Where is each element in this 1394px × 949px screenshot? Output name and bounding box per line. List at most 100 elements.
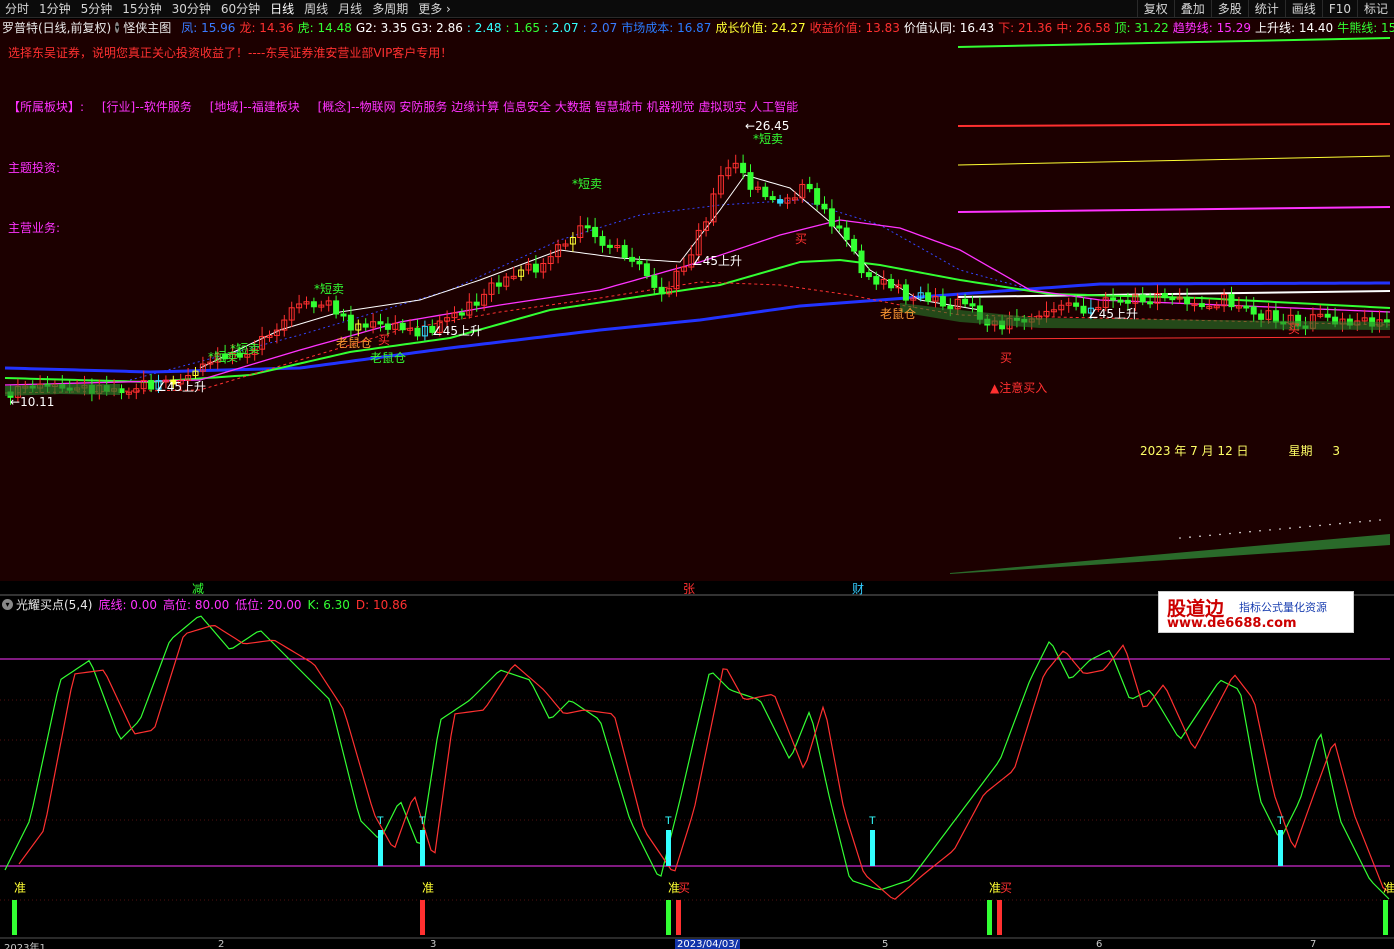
- candle-body: [888, 278, 895, 289]
- candle-body: [740, 162, 747, 174]
- short-sell-label: *短卖: [314, 282, 345, 296]
- band-dot: [1319, 524, 1321, 527]
- signal-bar-2: [666, 900, 671, 935]
- candle-body: [643, 263, 650, 277]
- candle-body: [1080, 305, 1087, 314]
- candle-body: [148, 380, 155, 390]
- band-dot: [1209, 534, 1211, 537]
- chevron-down-icon[interactable]: ▾: [2, 598, 13, 610]
- candle-body: [769, 196, 776, 201]
- rise45-label: ∠45上升: [432, 324, 483, 338]
- axis-date-4: 5: [882, 939, 889, 949]
- notice-text: 选择东吴证券，说明您真正关心投资收益了！----东吴证券淮安营业部VIP客户专用…: [8, 46, 453, 60]
- candle-body: [333, 300, 340, 315]
- info-value-13: 下: 21.36: [998, 21, 1053, 35]
- candle-body: [1258, 313, 1265, 320]
- candle-body: [962, 298, 969, 305]
- candle-body: [310, 301, 317, 308]
- t-bar-3: [870, 830, 875, 866]
- signal-bar-4: [987, 900, 992, 935]
- sub-indicator-values: 底线: 0.00 高位: 80.00 低位: 20.00 K: 6.30 D: 10.8…: [98, 596, 413, 613]
- candle-body: [1139, 294, 1146, 303]
- info-value-9: 市场成本: 16.87: [621, 21, 712, 35]
- chevron-down-icon[interactable]: ▾: [115, 22, 120, 33]
- candle-body: [1228, 293, 1235, 308]
- candle-body: [865, 272, 872, 278]
- level-line-mid: [957, 123, 1391, 127]
- date-text: 2023 年 7 月 12 日: [1140, 444, 1249, 458]
- candle-body: [347, 314, 354, 331]
- info-value-3: G2: 3.35: [355, 21, 408, 35]
- candle-body: [747, 172, 754, 190]
- info-value-14: 中: 26.58: [1056, 21, 1111, 35]
- candle-body: [1117, 299, 1124, 303]
- t-marker-label: T: [1277, 815, 1284, 827]
- candle-body: [636, 260, 643, 265]
- t-marker-label: T: [377, 815, 384, 827]
- candle-body: [629, 256, 636, 262]
- info-value-7: : 2.07: [544, 21, 579, 35]
- info-value-11: 收益价值: 13.83: [809, 21, 900, 35]
- band-dot: [1339, 522, 1341, 525]
- info-value-16: 趋势线: 15.29: [1172, 21, 1251, 35]
- region-text: [地域]--福建板块: [209, 100, 300, 114]
- t-bar-2: [666, 830, 671, 866]
- band-dot: [1259, 530, 1261, 532]
- info-value-4: G3: 2.86: [411, 21, 463, 35]
- attention-buy-label: ▲注意买入: [990, 381, 1048, 395]
- candle-body: [606, 244, 613, 248]
- candle-body: [806, 183, 813, 190]
- t-marker-label: T: [665, 815, 672, 827]
- t-marker-label: T: [419, 815, 426, 827]
- candle-body: [414, 327, 421, 337]
- short-sell-label: *短卖: [208, 350, 239, 364]
- shade-band: [900, 303, 1390, 330]
- level-line-top: [957, 37, 1391, 48]
- sub-indicator-title[interactable]: 光耀买点(5,4): [16, 596, 92, 613]
- main-indicator-name[interactable]: 怪侠主图: [123, 19, 171, 36]
- level-line-white: [957, 290, 1391, 298]
- level-line-yellow: [957, 155, 1391, 166]
- buy-label: 买: [1288, 322, 1301, 336]
- signal-bar-0: [12, 900, 17, 935]
- candle-body: [340, 313, 347, 317]
- info-value-1: 龙: 14.36: [239, 21, 294, 35]
- band-dot: [1289, 527, 1291, 529]
- candle-body: [584, 225, 591, 229]
- signal-label-6: 准: [1383, 881, 1394, 895]
- buy-label: 买: [795, 232, 808, 246]
- candle-body: [1184, 296, 1191, 305]
- candle-body: [599, 236, 606, 246]
- candle-body: [821, 203, 828, 210]
- candle-body: [1272, 310, 1279, 323]
- tag-zhang: 张: [683, 582, 696, 596]
- band-dot: [1279, 528, 1281, 530]
- candle-body: [473, 301, 480, 306]
- sub-param-1: 高位: 80.00: [163, 597, 230, 612]
- candle-body: [777, 199, 784, 204]
- candle-body: [377, 321, 384, 325]
- band-dot: [1329, 523, 1331, 526]
- axis-date-0: 2023年1: [4, 943, 46, 949]
- candle-body: [873, 276, 880, 285]
- candle-body: [384, 323, 391, 330]
- candle-body: [1250, 306, 1257, 315]
- buy-label: 买: [1000, 351, 1013, 365]
- axis-date-5: 6: [1096, 939, 1103, 949]
- candle-body: [362, 323, 369, 328]
- rise45-label: ∠45上升: [1088, 307, 1139, 321]
- stock-title[interactable]: 罗普特(日线,前复权): [2, 19, 111, 36]
- sub-param-4: D: 10.86: [355, 597, 408, 612]
- band-dot: [1179, 537, 1181, 539]
- business-label: 主营业务:: [8, 221, 61, 235]
- candle-body: [592, 226, 599, 238]
- band-dot: [1249, 530, 1251, 533]
- sub-param-0: 底线: 0.00: [98, 597, 158, 612]
- candle-body: [1110, 297, 1117, 301]
- candle-body: [1161, 292, 1168, 299]
- weekday-label: 星期: [1288, 444, 1313, 458]
- band-dot: [1189, 536, 1191, 538]
- price-chart-svg: T T T T T准准准买 准买准: [0, 37, 1394, 939]
- band-dot: [1269, 529, 1271, 531]
- signal-label-3: 买: [678, 881, 690, 895]
